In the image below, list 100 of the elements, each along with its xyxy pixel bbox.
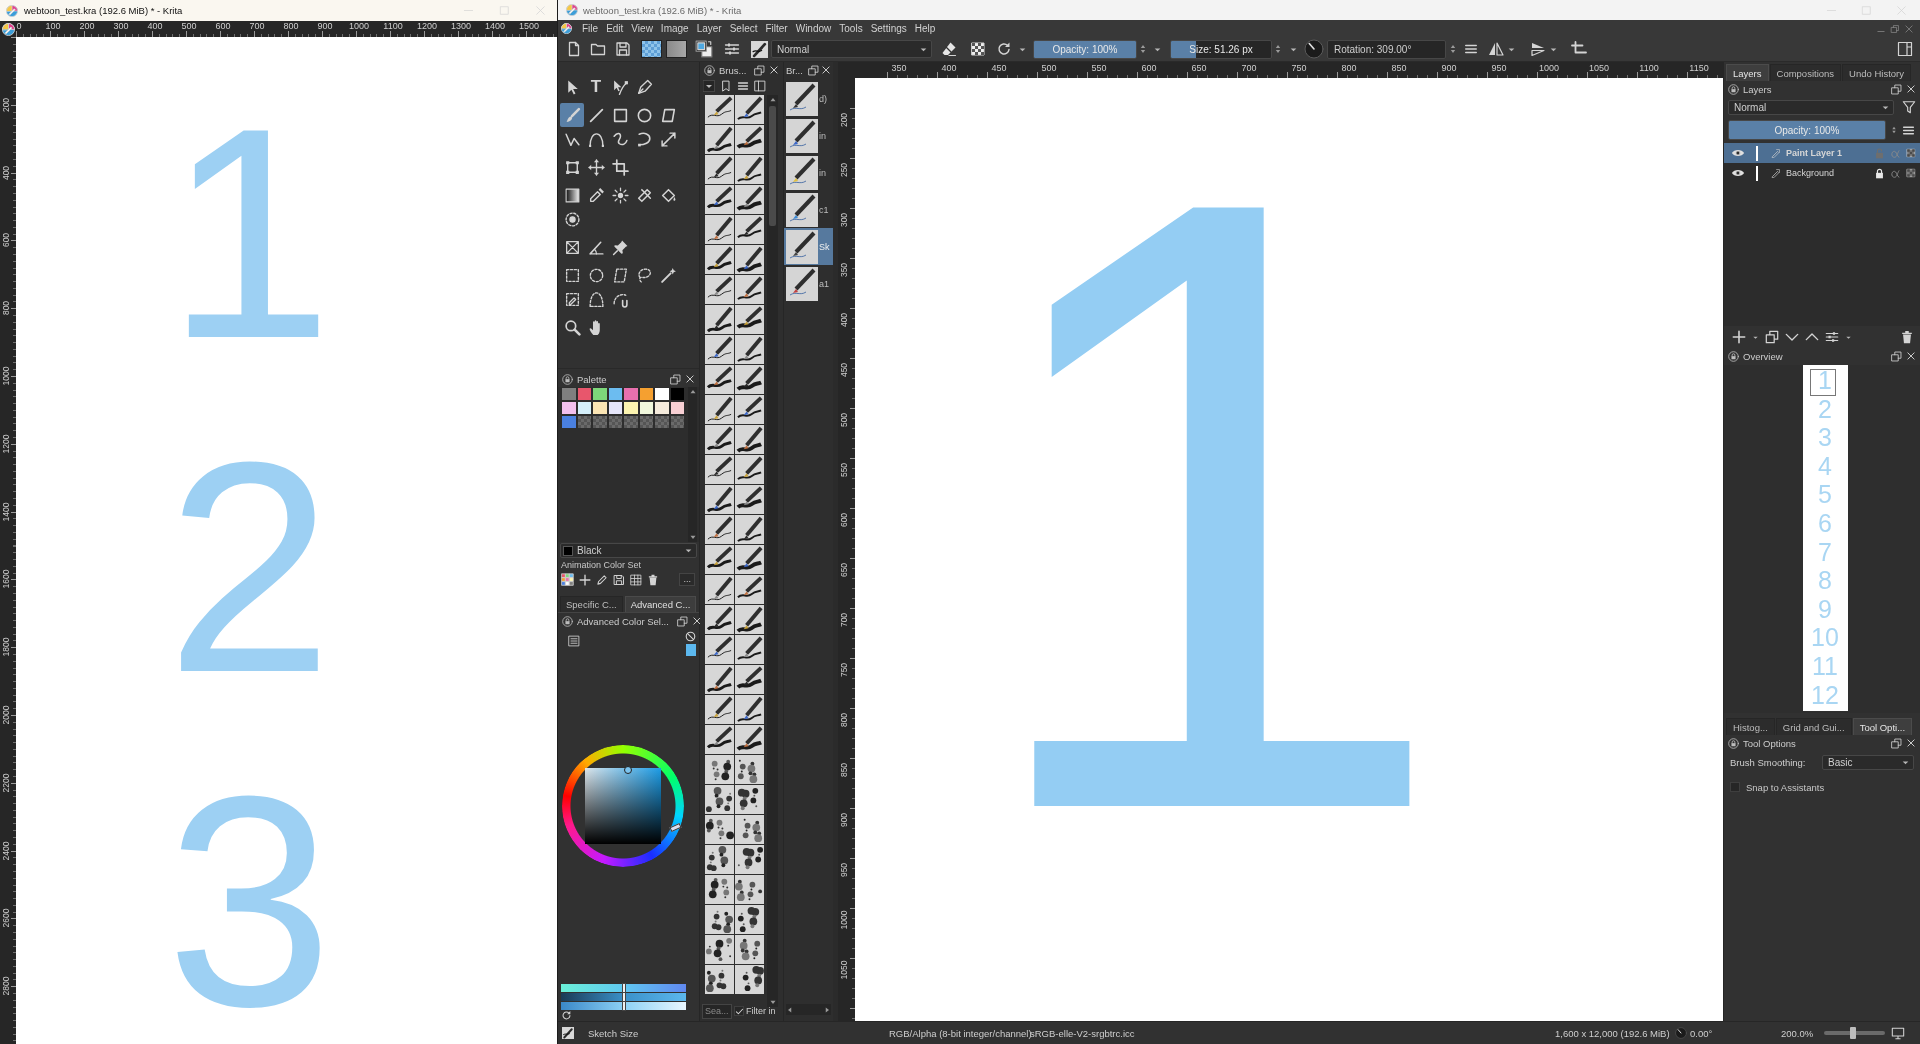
brush-preset-thumbnail[interactable] — [705, 395, 734, 424]
checkbox-label[interactable]: Filter in — [746, 1006, 776, 1016]
app-logo-icon[interactable] — [561, 23, 572, 34]
docker-lock-icon[interactable] — [562, 615, 573, 627]
float-icon[interactable] — [808, 64, 819, 76]
properties-icon[interactable] — [1825, 330, 1839, 344]
brush-preset-thumbnail[interactable] — [705, 755, 734, 784]
brush-preset-thumbnail[interactable] — [735, 845, 764, 874]
docker-tab[interactable]: Tool Opti... — [1852, 718, 1913, 735]
more-button[interactable]: ... — [679, 573, 695, 586]
brush-preset-thumbnail[interactable] — [735, 275, 764, 304]
menu-item[interactable]: Select — [725, 21, 762, 36]
docker-lock-icon[interactable] — [1728, 83, 1739, 95]
scrollbar[interactable] — [688, 387, 697, 542]
close-icon[interactable] — [1906, 351, 1916, 361]
slider-handle[interactable] — [621, 983, 626, 993]
reload-icon[interactable] — [996, 41, 1012, 57]
brush-preset-thumbnail[interactable] — [735, 335, 764, 364]
docker-tab[interactable]: Advanced C... — [624, 596, 697, 612]
brush-preset-thumbnail[interactable] — [705, 485, 734, 514]
foreground-background-color-icon[interactable] — [695, 40, 713, 58]
scroll-thumb[interactable] — [769, 106, 776, 226]
checkerboard-icon[interactable] — [1906, 148, 1916, 158]
menu-item[interactable]: File — [578, 21, 603, 36]
opacity-slider[interactable]: Opacity: 100% — [1033, 39, 1137, 59]
trash-icon[interactable] — [647, 573, 659, 586]
brush-preset-thumbnail[interactable] — [705, 335, 734, 364]
scroll-right-icon[interactable] — [823, 1005, 831, 1014]
brush-preset-thumbnail[interactable] — [735, 695, 764, 724]
brush-settings-icon[interactable] — [724, 41, 740, 57]
brush-history-item[interactable]: c1 — [784, 191, 833, 228]
brush-preset-thumbnail[interactable] — [705, 635, 734, 664]
color-slider[interactable] — [561, 984, 686, 992]
color-swatch[interactable] — [561, 415, 577, 429]
close-icon[interactable] — [769, 65, 780, 75]
menu-item[interactable]: Layer — [692, 21, 726, 36]
color-swatch[interactable] — [592, 387, 608, 401]
dockers-icon[interactable] — [1897, 41, 1913, 57]
brush-preset-thumbnail[interactable] — [735, 185, 764, 214]
checkbox-label[interactable]: Snap to Assistants — [1746, 781, 1825, 793]
hue-handle[interactable] — [669, 822, 682, 833]
menu-item[interactable]: Edit — [602, 21, 628, 36]
float-icon[interactable] — [670, 373, 681, 385]
brush-preset-thumbnail[interactable] — [735, 155, 764, 184]
brush-preset-thumbnail[interactable] — [705, 815, 734, 844]
brush-preset-thumbnail[interactable] — [735, 455, 764, 484]
float-icon[interactable] — [754, 64, 766, 76]
checkerboard-icon[interactable] — [1906, 168, 1916, 178]
blend-mode-dropdown[interactable]: Normal — [1728, 99, 1894, 115]
brush-preset-thumbnail[interactable] — [735, 905, 764, 934]
brush-preset-thumbnail[interactable] — [705, 155, 734, 184]
close-icon[interactable] — [821, 65, 831, 75]
docker-lock-icon[interactable] — [704, 64, 715, 76]
color-swatch[interactable] — [623, 387, 639, 401]
scroll-down-icon[interactable] — [768, 998, 777, 1006]
brush-preset-thumbnail[interactable] — [735, 755, 764, 784]
brush-preset-thumbnail[interactable] — [735, 635, 764, 664]
duplicate-icon[interactable] — [1765, 330, 1779, 344]
brush-preset-thumbnail[interactable] — [735, 545, 764, 574]
brush-preset-thumbnail[interactable] — [705, 95, 734, 124]
brush-preset-thumbnail[interactable] — [705, 935, 734, 964]
brush-preset-thumbnail[interactable] — [705, 965, 734, 994]
folder-icon[interactable] — [590, 41, 606, 57]
color-swatch[interactable] — [561, 401, 577, 415]
panel-view-icon[interactable] — [754, 79, 766, 92]
brush-preset-thumbnail[interactable] — [705, 455, 734, 484]
menu-item[interactable]: Window — [791, 21, 836, 36]
color-swatch[interactable] — [623, 401, 639, 415]
menu-item[interactable]: Settings — [866, 21, 911, 36]
brush-preset-thumbnail[interactable] — [705, 125, 734, 154]
mirror-vertical-icon[interactable] — [1530, 41, 1546, 57]
brush-preset-thumbnail[interactable] — [735, 485, 764, 514]
brush-preset-thumbnail[interactable] — [705, 425, 734, 454]
brush-preset-thumbnail[interactable] — [735, 245, 764, 274]
brush-preview-icon[interactable] — [562, 1027, 574, 1039]
brush-preset-thumbnail[interactable] — [735, 965, 764, 994]
save-icon[interactable] — [613, 573, 625, 586]
menu-icon[interactable] — [1464, 42, 1478, 56]
brush-preset-thumbnail[interactable] — [705, 545, 734, 574]
slider-handle[interactable] — [621, 1001, 626, 1011]
checkbox[interactable] — [734, 1006, 744, 1016]
pencil-icon[interactable] — [596, 573, 608, 586]
close-icon[interactable] — [685, 374, 695, 384]
brush-history-item[interactable]: in — [784, 154, 833, 191]
brush-preset-thumbnail[interactable] — [705, 785, 734, 814]
list-view-icon[interactable] — [737, 79, 749, 92]
no-color-icon[interactable] — [685, 631, 696, 642]
brush-preset-thumbnail[interactable] — [735, 305, 764, 334]
brush-preset-thumbnail[interactable] — [705, 905, 734, 934]
scroll-down-icon[interactable] — [688, 533, 697, 541]
brush-preset-thumbnail[interactable] — [735, 365, 764, 394]
brush-preset-thumbnail[interactable] — [735, 95, 764, 124]
close-icon[interactable] — [691, 616, 702, 626]
brush-preset-thumbnail[interactable] — [735, 575, 764, 604]
brush-preset-thumbnail[interactable] — [735, 125, 764, 154]
padlock-icon[interactable] — [1874, 167, 1885, 179]
brush-history-item[interactable]: in — [784, 117, 833, 154]
gradient-swatch[interactable] — [666, 40, 687, 58]
menu-item[interactable]: Filter — [761, 21, 792, 36]
dropdown-icon[interactable] — [703, 79, 715, 92]
